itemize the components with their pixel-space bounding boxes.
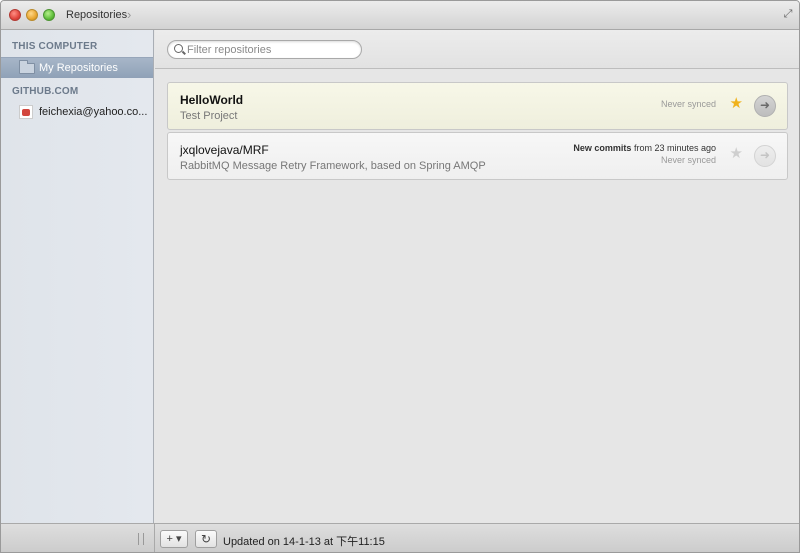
repository-name: HelloWorld (180, 93, 244, 107)
search-icon (174, 44, 183, 53)
status-bar: + ▾ ↻ Updated on 14-1-13 at 下午11:15 (1, 523, 799, 552)
search-input[interactable] (187, 43, 355, 57)
fullscreen-icon[interactable]: ⤢ (782, 8, 794, 20)
star-icon[interactable]: ★ (730, 96, 743, 112)
minimize-window-button[interactable] (26, 9, 38, 21)
sidebar-heading-github: GITHUB.COM (12, 86, 79, 97)
repository-description: Test Project (180, 110, 238, 122)
refresh-button[interactable]: ↻ (195, 530, 217, 548)
sync-status: Never synced (660, 155, 716, 165)
add-repository-button[interactable]: + ▾ (160, 530, 188, 548)
sidebar: THIS COMPUTER My Repositories GITHUB.COM… (1, 30, 154, 523)
repository-name: jxqlovejava/MRF (180, 143, 269, 157)
open-repository-button[interactable] (754, 145, 776, 167)
avatar (19, 105, 33, 119)
breadcrumb-title[interactable]: Repositories (66, 9, 127, 21)
sidebar-heading-this-computer: THIS COMPUTER (12, 41, 98, 52)
title-bar: Repositories › ⤢ (1, 1, 799, 30)
divider (154, 524, 155, 552)
repository-list: HelloWorld Test Project Never synced ★ j… (155, 70, 799, 523)
app-window: Repositories › ⤢ THIS COMPUTER My Reposi… (0, 0, 800, 553)
sidebar-resize-handle[interactable] (138, 533, 144, 545)
sidebar-item-label: feichexia@yahoo.co... (39, 106, 148, 118)
new-commits-time: from 23 minutes ago (633, 143, 716, 153)
last-updated-text: Updated on 14-1-13 at 下午11:15 (223, 536, 385, 548)
repository-description: RabbitMQ Message Retry Framework, based … (180, 160, 486, 172)
new-commits-label: New commits (573, 143, 632, 153)
folder-icon (19, 60, 35, 74)
repository-toolbar (155, 30, 799, 69)
sync-status: Never synced (660, 99, 716, 109)
chevron-right-icon: › (127, 7, 132, 22)
sidebar-item-github-account[interactable]: feichexia@yahoo.co... (1, 102, 153, 123)
close-window-button[interactable] (9, 9, 21, 21)
search-field[interactable] (167, 40, 362, 59)
zoom-window-button[interactable] (43, 9, 55, 21)
repository-row[interactable]: HelloWorld Test Project Never synced ★ (167, 82, 788, 130)
sidebar-item-label: My Repositories (39, 62, 118, 74)
new-commits-note: New commits from 23 minutes ago (573, 143, 716, 153)
open-repository-button[interactable] (754, 95, 776, 117)
repository-row[interactable]: jxqlovejava/MRF RabbitMQ Message Retry F… (167, 132, 788, 180)
sidebar-item-my-repositories[interactable]: My Repositories (1, 57, 153, 78)
star-icon[interactable]: ★ (730, 146, 743, 162)
